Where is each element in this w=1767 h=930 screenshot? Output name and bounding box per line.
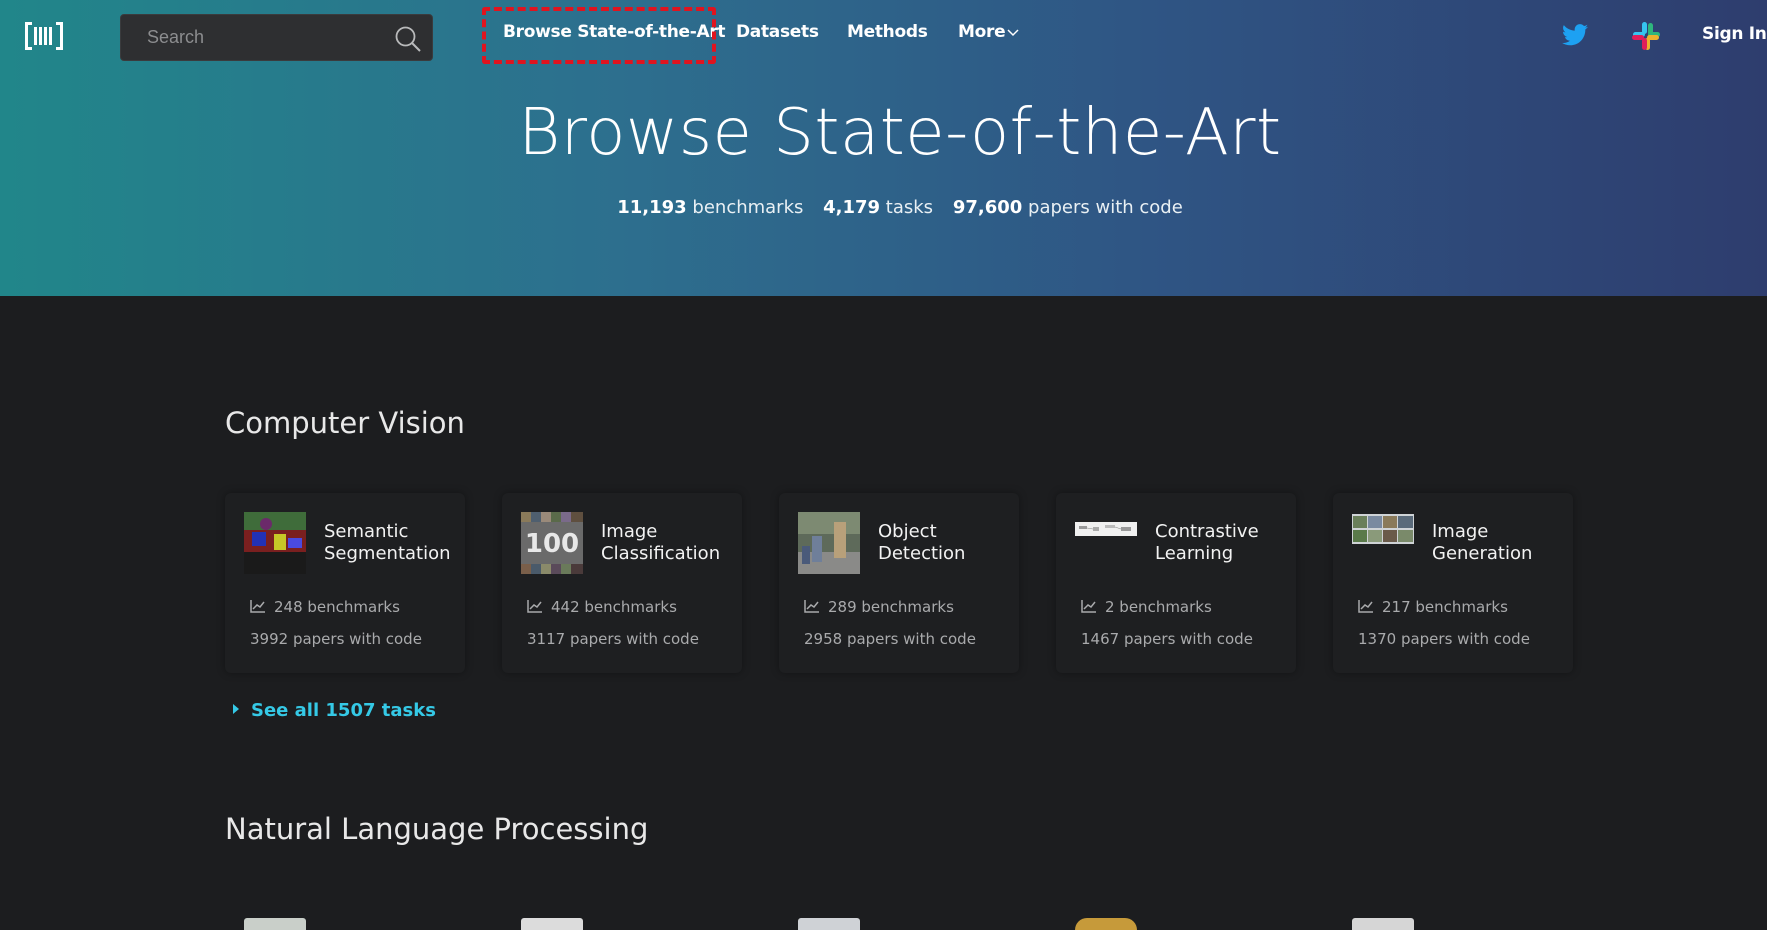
task-title[interactable]: Semantic Segmentation <box>324 521 462 565</box>
section-title-nlp: Natural Language Processing <box>225 812 649 846</box>
benchmarks-label: 217 benchmarks <box>1382 598 1508 616</box>
search-input[interactable] <box>145 15 385 60</box>
chevron-down-icon <box>1007 29 1019 37</box>
nav-datasets[interactable]: Datasets <box>736 22 819 42</box>
benchmarks-count: 248 benchmarks <box>250 598 400 616</box>
line-chart-icon <box>804 600 819 613</box>
task-thumbnail <box>1352 514 1414 544</box>
task-card-semantic-segmentation[interactable]: Semantic Segmentation 248 benchmarks 399… <box>225 493 465 673</box>
nav-more[interactable]: More <box>958 22 1019 42</box>
task-thumbnail <box>798 512 860 574</box>
benchmarks-label: 289 benchmarks <box>828 598 954 616</box>
task-title[interactable]: Object Detection <box>878 521 1016 565</box>
benchmarks-label: 2 benchmarks <box>1105 598 1212 616</box>
benchmarks-count: 217 benchmarks <box>1358 598 1508 616</box>
stat-value: 97,600 <box>952 197 1023 218</box>
task-thumbnail <box>244 512 306 574</box>
task-thumbnail <box>798 918 860 930</box>
page-title: Browse State-of-the-Art <box>518 96 1282 170</box>
benchmarks-count: 442 benchmarks <box>527 598 677 616</box>
nav-more-label: More <box>958 22 1006 42</box>
nav-methods[interactable]: Methods <box>847 22 928 42</box>
task-card-object-detection[interactable]: Object Detection 289 benchmarks 2958 pap… <box>779 493 1019 673</box>
task-title[interactable]: Contrastive Learning <box>1155 521 1293 565</box>
sign-in-link[interactable]: Sign In <box>1702 24 1767 44</box>
papers-count: 2958 papers with code <box>804 630 976 648</box>
task-thumbnail <box>521 918 583 930</box>
pwc-logo-icon[interactable] <box>24 20 64 52</box>
papers-count: 3992 papers with code <box>250 630 422 648</box>
see-all-label: See all 1507 tasks <box>251 700 436 721</box>
stat-label: papers with code <box>1028 197 1183 218</box>
stat-value: 4,179 <box>823 197 881 218</box>
line-chart-icon <box>1358 600 1373 613</box>
papers-count: 1467 papers with code <box>1081 630 1253 648</box>
task-card-image-generation[interactable]: Image Generation 217 benchmarks 1370 pap… <box>1333 493 1573 673</box>
search-box[interactable] <box>120 14 433 61</box>
svg-text:100: 100 <box>525 529 579 559</box>
task-thumbnail <box>1352 918 1414 930</box>
benchmarks-label: 248 benchmarks <box>274 598 400 616</box>
stat-value: 11,193 <box>617 197 687 218</box>
line-chart-icon <box>1081 600 1096 613</box>
benchmarks-label: 442 benchmarks <box>551 598 677 616</box>
task-thumbnail <box>244 918 306 930</box>
see-all-tasks-link[interactable]: See all 1507 tasks <box>233 700 436 721</box>
stat-tasks: 4,179 tasks <box>823 197 933 218</box>
line-chart-icon <box>527 600 542 613</box>
task-title[interactable]: Image Generation <box>1432 521 1570 565</box>
task-thumbnail: 100 <box>521 512 583 574</box>
nav-browse-sota[interactable]: Browse State-of-the-Art <box>503 22 726 42</box>
task-card-image-classification[interactable]: 100 Image Classification 442 benchmarks … <box>502 493 742 673</box>
papers-count: 1370 papers with code <box>1358 630 1530 648</box>
task-card-contrastive-learning[interactable]: Contrastive Learning 2 benchmarks 1467 p… <box>1056 493 1296 673</box>
hero-header: Browse State-of-the-Art Datasets Methods… <box>0 0 1767 296</box>
twitter-icon[interactable] <box>1562 24 1588 46</box>
stat-label: benchmarks <box>692 197 804 218</box>
caret-right-icon <box>233 704 239 714</box>
line-chart-icon <box>250 600 265 613</box>
papers-count: 3117 papers with code <box>527 630 699 648</box>
hero-stats: 11,193 benchmarks 4,179 tasks 97,600 pap… <box>0 197 1767 218</box>
slack-icon[interactable] <box>1631 21 1661 51</box>
benchmarks-count: 2 benchmarks <box>1081 598 1212 616</box>
task-thumbnail <box>1075 522 1137 536</box>
stat-label: tasks <box>885 197 934 218</box>
task-title[interactable]: Image Classification <box>601 521 739 565</box>
search-icon[interactable] <box>394 25 422 53</box>
benchmarks-count: 289 benchmarks <box>804 598 954 616</box>
task-thumbnail <box>1075 918 1137 930</box>
stat-papers: 97,600 papers with code <box>953 197 1183 218</box>
stat-benchmarks: 11,193 benchmarks <box>617 197 803 218</box>
section-title-computer-vision: Computer Vision <box>225 406 465 440</box>
